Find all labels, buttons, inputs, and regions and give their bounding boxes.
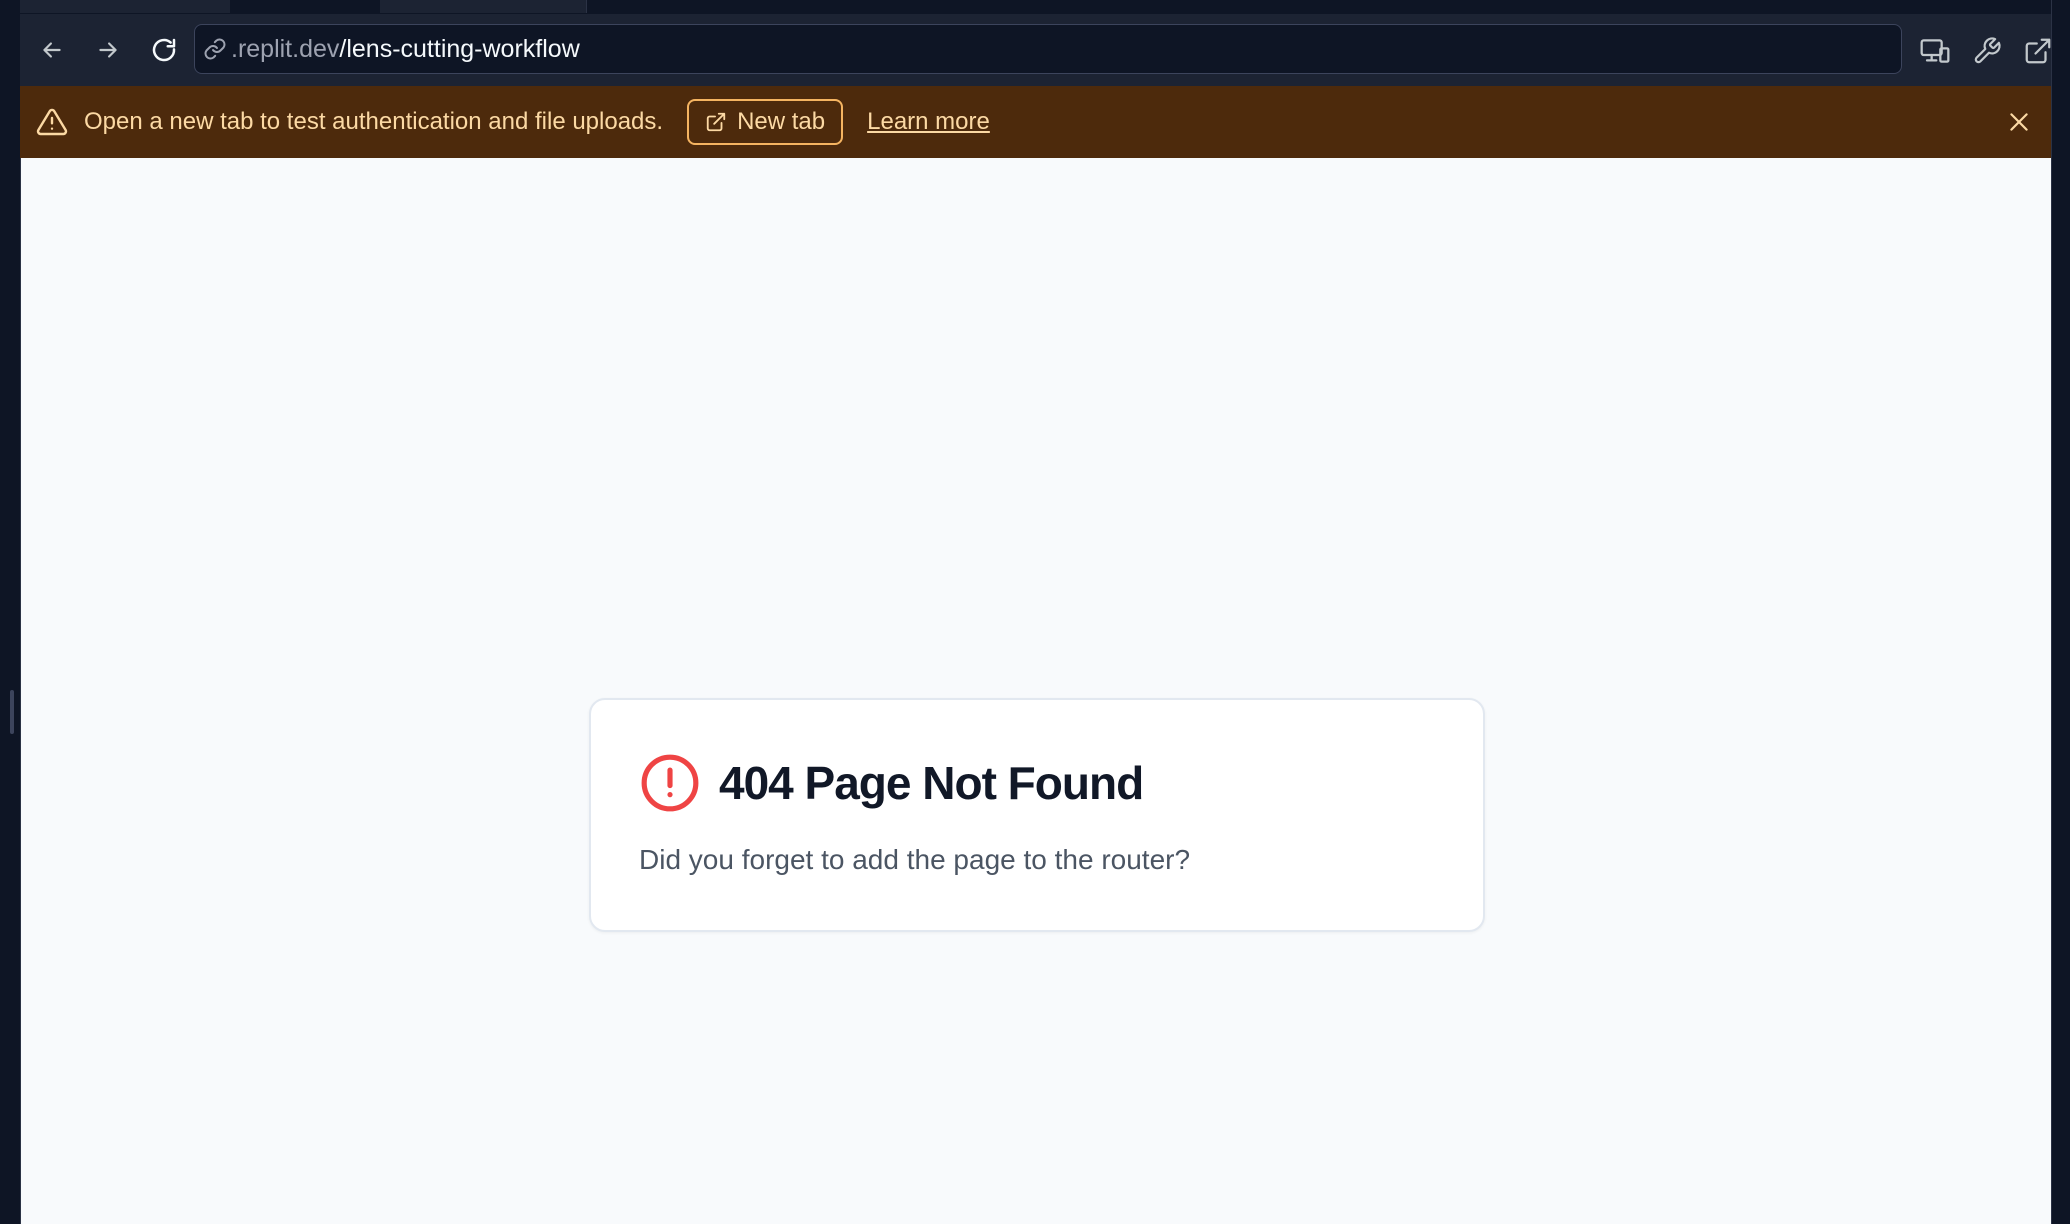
page-message: Did you forget to add the page to the ro… <box>639 844 1191 875</box>
devtools-button[interactable] <box>1968 32 2006 70</box>
new-tab-label: New tab <box>737 108 826 135</box>
card-header: 404 Page Not Found <box>639 752 1144 814</box>
left-panel-gutter <box>0 0 21 1224</box>
back-button[interactable] <box>34 32 70 68</box>
reload-button[interactable] <box>146 32 182 68</box>
close-icon <box>2010 113 2028 131</box>
page-viewport: 404 Page Not Found Did you forget to add… <box>21 158 2051 1224</box>
tab-strip <box>20 0 2051 14</box>
new-tab-button[interactable]: New tab <box>687 99 844 145</box>
devices-button[interactable] <box>1916 32 1954 70</box>
resize-handle[interactable] <box>10 690 14 734</box>
external-link-icon <box>706 112 726 132</box>
close-banner-button[interactable] <box>2001 104 2037 140</box>
learn-more-link[interactable]: Learn more <box>867 108 990 136</box>
arrow-right-icon <box>99 42 117 58</box>
tab-stub[interactable] <box>380 0 587 13</box>
warning-triangle-icon <box>36 108 68 136</box>
right-panel-gutter <box>2051 0 2070 1224</box>
devices-icon <box>1920 39 1950 63</box>
url-text: .replit.dev/lens-cutting-workflow <box>231 35 580 64</box>
link-icon <box>204 38 226 60</box>
tab-stub[interactable] <box>230 0 381 13</box>
notice-banner: Open a new tab to test authentication an… <box>20 86 2051 158</box>
alert-circle-icon <box>641 754 699 812</box>
banner-message: Open a new tab to test authentication an… <box>84 108 664 135</box>
not-found-card: 404 Page Not Found Did you forget to add… <box>589 698 1485 932</box>
tab-stub[interactable] <box>20 0 231 13</box>
url-host: .replit.dev <box>231 34 340 63</box>
url-path: /lens-cutting-workflow <box>339 34 580 63</box>
wrench-icon <box>1974 37 2001 64</box>
arrow-left-icon <box>43 42 61 58</box>
browser-toolbar: .replit.dev/lens-cutting-workflow <box>20 14 2051 86</box>
page-title: 404 Page Not Found <box>719 757 1144 809</box>
reload-icon <box>152 38 176 62</box>
external-link-icon <box>2025 38 2051 64</box>
url-bar[interactable]: .replit.dev/lens-cutting-workflow <box>194 24 1902 74</box>
forward-button[interactable] <box>90 32 126 68</box>
